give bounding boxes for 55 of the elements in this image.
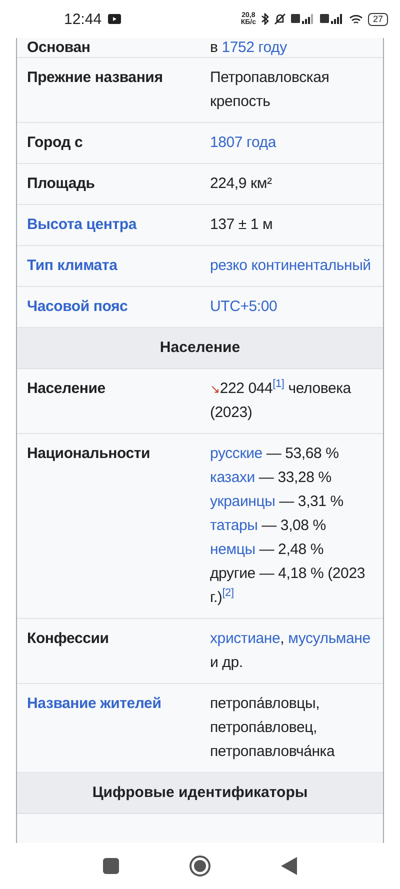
video-icon [108, 14, 121, 24]
signal-icon [320, 14, 344, 24]
row-label: Конфессии [27, 629, 110, 649]
row-label: Город с [27, 133, 84, 153]
row-label: Население [27, 379, 106, 399]
value-text: 224,9 км² [210, 175, 272, 192]
text-link[interactable]: 1807 года [210, 131, 276, 155]
text-link[interactable]: резко континентальный [210, 254, 371, 278]
battery-level: 27 [368, 12, 388, 26]
text-link[interactable]: русские [210, 442, 262, 466]
signal-icon [290, 14, 315, 24]
row-label: Основан [27, 38, 92, 57]
value-text: 222 044 [220, 380, 273, 397]
wifi-icon [348, 14, 363, 24]
value-text: в [210, 39, 219, 56]
text-link[interactable]: татары [210, 514, 258, 538]
reference-link[interactable]: [1] [272, 378, 284, 390]
text-link[interactable]: казахи [210, 466, 255, 490]
text-link[interactable]: христиане [210, 627, 280, 651]
row-label-link[interactable]: Высота центра [27, 213, 210, 237]
text-link[interactable]: мусульмане [288, 627, 370, 651]
value-text: г.) [210, 589, 222, 606]
back-button[interactable] [281, 857, 297, 875]
bluetooth-icon [260, 13, 269, 25]
value-text: — 53,68 % [265, 445, 339, 462]
text-link[interactable]: 1752 году [222, 38, 287, 57]
row-label-link[interactable]: Тип климата [27, 254, 210, 278]
value-text: — 33,28 % [258, 469, 332, 486]
row-label-link[interactable]: Часовой пояс [27, 295, 210, 319]
row-label-link[interactable]: Название жителей [27, 692, 210, 764]
value-text: — 2,48 % [258, 541, 324, 558]
section-header: Цифровые идентификаторы [17, 773, 383, 814]
text-link[interactable]: немцы [210, 538, 256, 562]
home-button[interactable] [189, 855, 211, 877]
value-text: человека [287, 380, 351, 397]
text-link[interactable]: UTC+5:00 [210, 295, 278, 319]
row-label: Национальности [27, 444, 152, 464]
value-text: другие — 4,18 % (2023 [210, 565, 365, 582]
reference-link[interactable]: [2] [222, 587, 234, 599]
muted-bell-icon [274, 13, 286, 25]
value-text: Петропавловская крепость [210, 69, 330, 110]
value-text: , [280, 630, 286, 647]
value-text: петропа́вловцы, петропа́вловец, петропавловча́нка [210, 695, 335, 760]
value-text: — 3,08 % [260, 517, 326, 534]
section-header: Население [17, 328, 383, 369]
row-label: Прежние названия [27, 68, 164, 88]
text-link[interactable]: украинцы [210, 490, 276, 514]
value-text: 137 ± 1 м [210, 216, 273, 233]
value-text: (2023) [210, 404, 252, 421]
status-time: 12:44 [64, 10, 102, 28]
row-label: Площадь [27, 174, 96, 194]
value-text: и др. [210, 654, 243, 671]
recents-button[interactable] [103, 858, 119, 874]
value-text: — 3,31 % [278, 493, 344, 510]
decrease-arrow: ↘ [210, 382, 220, 396]
